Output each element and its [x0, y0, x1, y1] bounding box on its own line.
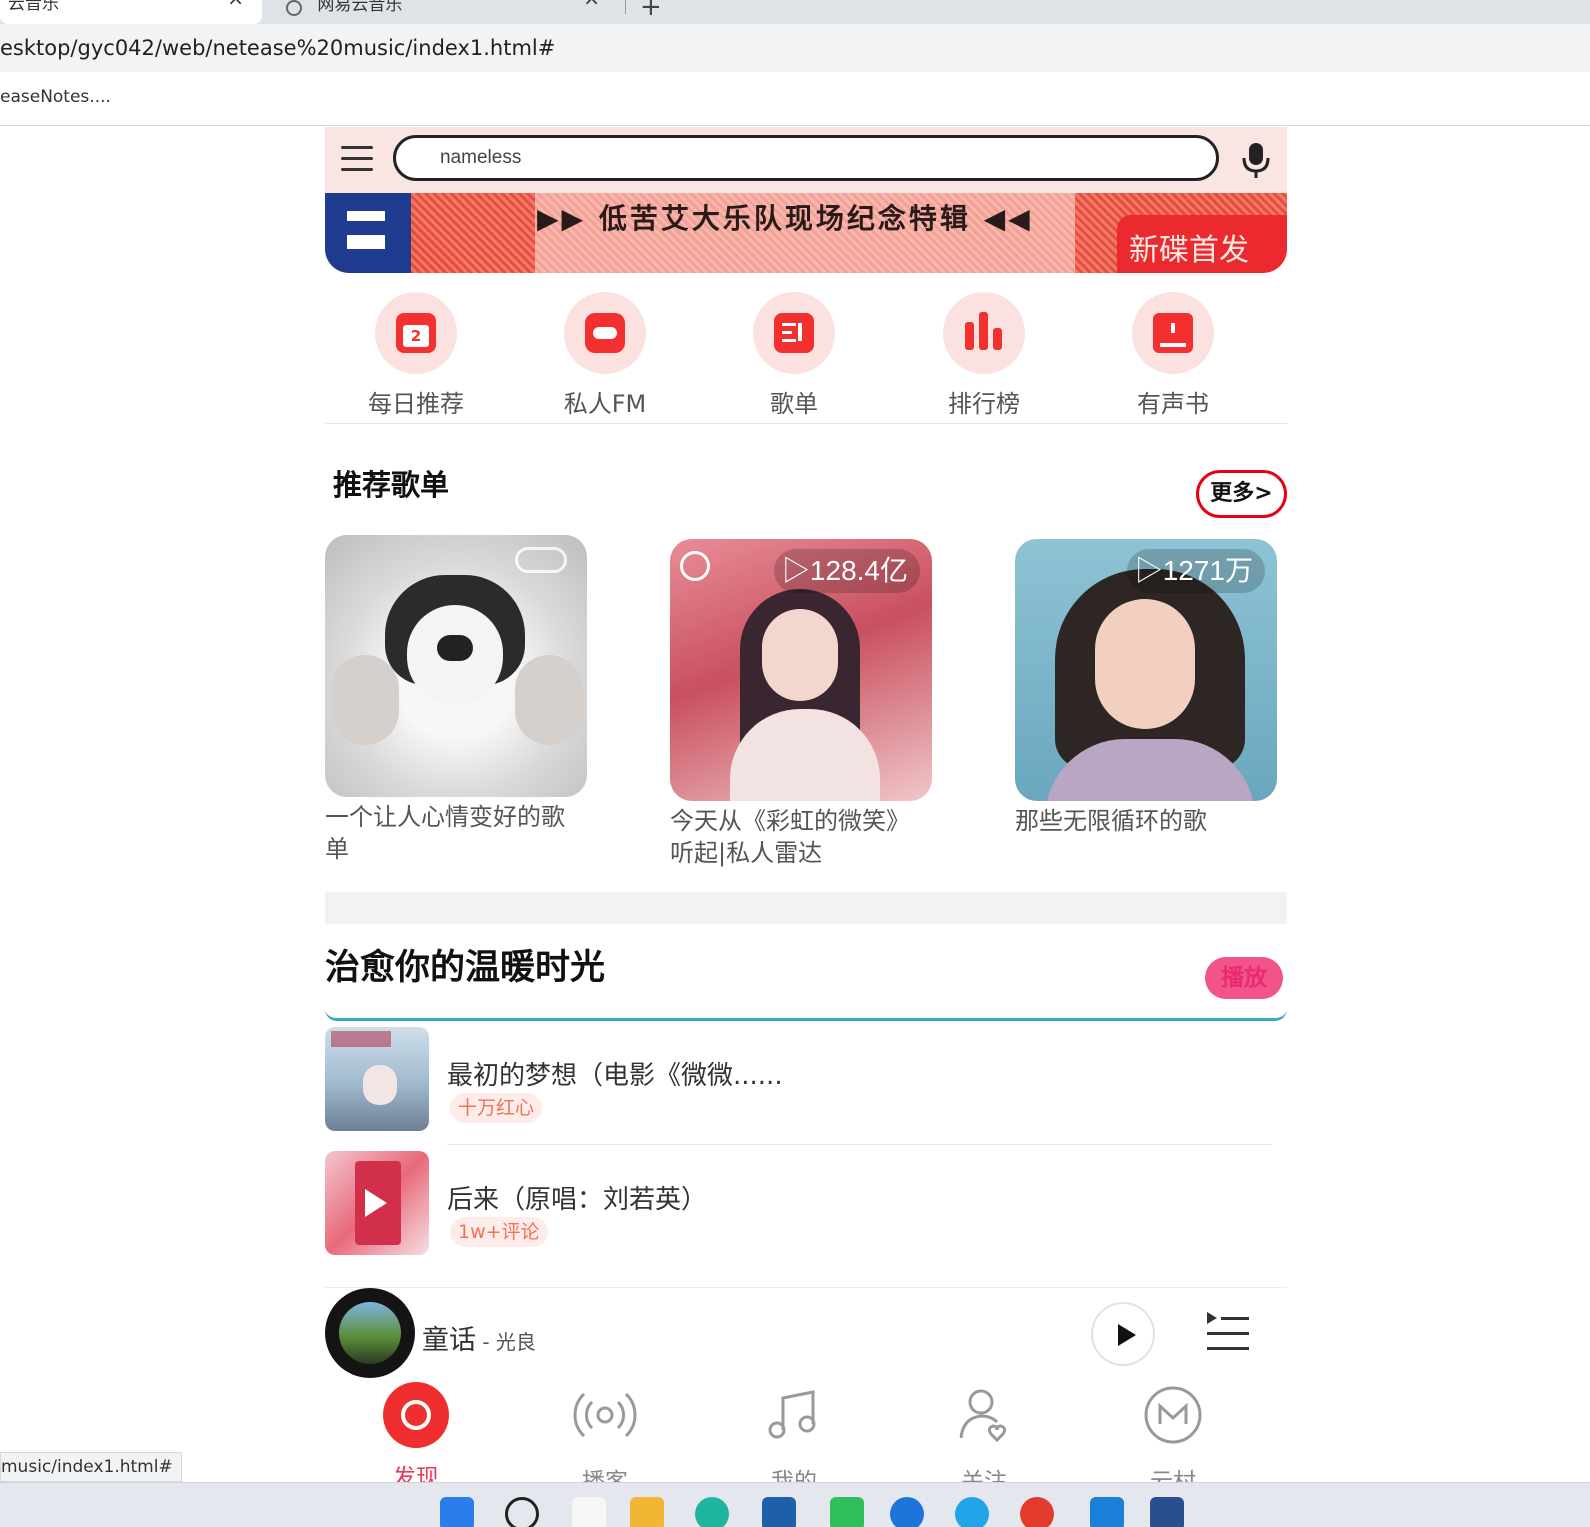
hamburger-menu-icon[interactable]	[341, 143, 373, 173]
banner-title: ▶▶ 低苦艾大乐队现场纪念特辑 ◀◀	[537, 202, 1033, 235]
song-row[interactable]: 后来（原唱：刘若英） 1w+评论	[325, 1151, 1287, 1257]
section-title-recommend: 推荐歌单	[333, 468, 450, 502]
app-icon[interactable]	[890, 1497, 924, 1527]
tab-follow[interactable]: 关注	[929, 1382, 1039, 1497]
tab-cloud-village[interactable]: 云村	[1118, 1382, 1228, 1497]
playlist-card[interactable]: ▷128.4亿 今天从《彩虹的微笑》听起|私人雷达	[670, 539, 932, 869]
close-icon[interactable]: ×	[227, 0, 244, 8]
play-icon	[365, 1189, 387, 1217]
song-thumbnail	[325, 1151, 429, 1255]
nav-charts[interactable]: 排行榜	[919, 292, 1049, 418]
nav-audiobook[interactable]: 有声书	[1108, 292, 1238, 418]
banner-badge: 新碟首发	[1117, 215, 1287, 273]
row-divider	[447, 1144, 1272, 1145]
tab-discover[interactable]: 发现	[361, 1382, 471, 1497]
netease-logo-icon	[680, 551, 710, 581]
section-title-healing: 治愈你的温暖时光	[325, 948, 606, 988]
url-text[interactable]: esktop/gyc042/web/netease%20music/index1…	[0, 36, 555, 60]
bookmark-item[interactable]: easeNotes....	[0, 87, 111, 107]
bar-chart-icon	[943, 292, 1025, 374]
playlist-cover: ▷1271万	[1015, 539, 1277, 801]
mini-player[interactable]: 童话 - 光良	[325, 1287, 1287, 1378]
nav-personal-fm[interactable]: 私人FM	[540, 292, 670, 418]
now-playing-artist: - 光良	[476, 1330, 536, 1354]
search-input[interactable]	[393, 135, 1219, 181]
play-count: ▷128.4亿	[773, 549, 920, 593]
nav-label: 排行榜	[948, 390, 1020, 418]
search-icon[interactable]	[505, 1497, 539, 1527]
browser-tab-bar: 云音乐 × 网易云音乐 × +	[0, 0, 1590, 24]
globe-icon	[286, 0, 302, 16]
browser-tab-inactive[interactable]: 网易云音乐 ×	[278, 0, 618, 24]
banner-badge-text: 新碟首发	[1129, 233, 1249, 268]
nav-daily-recommend[interactable]: 2 每日推荐	[351, 292, 481, 418]
netease-logo-icon	[383, 1382, 449, 1448]
browser-tab-active[interactable]: 云音乐 ×	[0, 0, 262, 24]
playlist-queue-icon[interactable]	[1205, 1310, 1251, 1354]
nav-label: 歌单	[770, 390, 818, 418]
song-tag: 十万红心	[450, 1093, 543, 1123]
podcast-icon	[573, 1392, 637, 1438]
playlist-caption: 今天从《彩虹的微笑》听起|私人雷达	[670, 807, 910, 867]
bookmarks-bar: easeNotes....	[0, 72, 1590, 126]
tab-title: 网易云音乐	[317, 0, 403, 15]
playlist-card[interactable]: 一个让人心情变好的歌单	[325, 535, 587, 865]
play-button[interactable]	[1091, 1302, 1155, 1366]
healing-underline	[325, 1007, 1287, 1021]
follow-user-icon	[959, 1389, 1007, 1443]
windows-start-icon[interactable]	[440, 1497, 474, 1527]
close-icon[interactable]: ×	[583, 0, 600, 8]
song-row[interactable]: 最初的梦想（电影《微微...... 十万红心	[325, 1027, 1287, 1145]
new-tab-button[interactable]: +	[640, 0, 662, 22]
quick-nav: 2 每日推荐 私人FM 歌单 排行榜 有声书	[325, 292, 1287, 424]
banner[interactable]: ▶▶ 低苦艾大乐队现场纪念特辑 ◀◀ 新碟首发	[325, 193, 1287, 273]
radio-icon	[564, 292, 646, 374]
task-view-icon[interactable]	[572, 1497, 606, 1527]
playlist-cover: ▷128.4亿	[670, 539, 932, 801]
app-icon[interactable]	[1150, 1497, 1184, 1527]
playlist-icon	[753, 292, 835, 374]
app-icon[interactable]	[830, 1497, 864, 1527]
song-title: 后来（原唱：刘若英）	[447, 1185, 708, 1215]
banner-album-art	[325, 193, 411, 273]
calendar-icon: 2	[375, 292, 457, 374]
now-playing-song: 童话	[422, 1325, 476, 1356]
vscode-icon[interactable]	[1090, 1497, 1124, 1527]
tab-title: 云音乐	[8, 0, 59, 14]
nav-label: 有声书	[1137, 390, 1209, 418]
store-icon[interactable]	[762, 1497, 796, 1527]
tab-podcast[interactable]: 播客	[550, 1382, 660, 1497]
play-all-button[interactable]: 播放	[1205, 957, 1283, 999]
microphone-icon[interactable]	[1240, 141, 1272, 179]
nav-label: 私人FM	[563, 390, 647, 418]
music-app: ▶▶ 低苦艾大乐队现场纪念特辑 ◀◀ 新碟首发 2 每日推荐 私人FM 歌单	[325, 127, 1287, 1502]
playlist-card[interactable]: ▷1271万 那些无限循环的歌	[1015, 539, 1277, 837]
song-thumbnail	[325, 1027, 429, 1131]
playlist-caption: 一个让人心情变好的歌单	[325, 803, 565, 863]
app-icon[interactable]	[955, 1497, 989, 1527]
book-icon	[1132, 292, 1214, 374]
now-playing-title: 童话 - 光良	[422, 1318, 536, 1357]
address-bar[interactable]: esktop/gyc042/web/netease%20music/index1…	[0, 24, 1590, 72]
file-explorer-icon[interactable]	[630, 1497, 664, 1527]
section-divider	[325, 892, 1287, 924]
music-note-icon	[768, 1390, 816, 1439]
play-count: ▷1271万	[1126, 549, 1265, 593]
status-bar-url: music/index1.html#	[0, 1452, 182, 1482]
nav-label: 每日推荐	[368, 390, 464, 418]
song-tag: 1w+评论	[450, 1217, 548, 1247]
app-header	[325, 127, 1287, 193]
more-button[interactable]: 更多>	[1196, 470, 1287, 518]
playlist-caption: 那些无限循环的歌	[1015, 807, 1207, 835]
tab-mine[interactable]: 我的	[739, 1382, 849, 1497]
os-taskbar	[0, 1482, 1590, 1527]
edge-browser-icon[interactable]	[695, 1497, 729, 1527]
cloud-village-icon	[1144, 1386, 1202, 1444]
nav-playlist[interactable]: 歌单	[729, 292, 859, 418]
album-disc	[325, 1288, 415, 1378]
tab-separator	[625, 0, 626, 14]
netease-music-icon[interactable]	[1020, 1497, 1054, 1527]
playlist-cover	[325, 535, 587, 797]
song-title: 最初的梦想（电影《微微......	[447, 1061, 783, 1091]
